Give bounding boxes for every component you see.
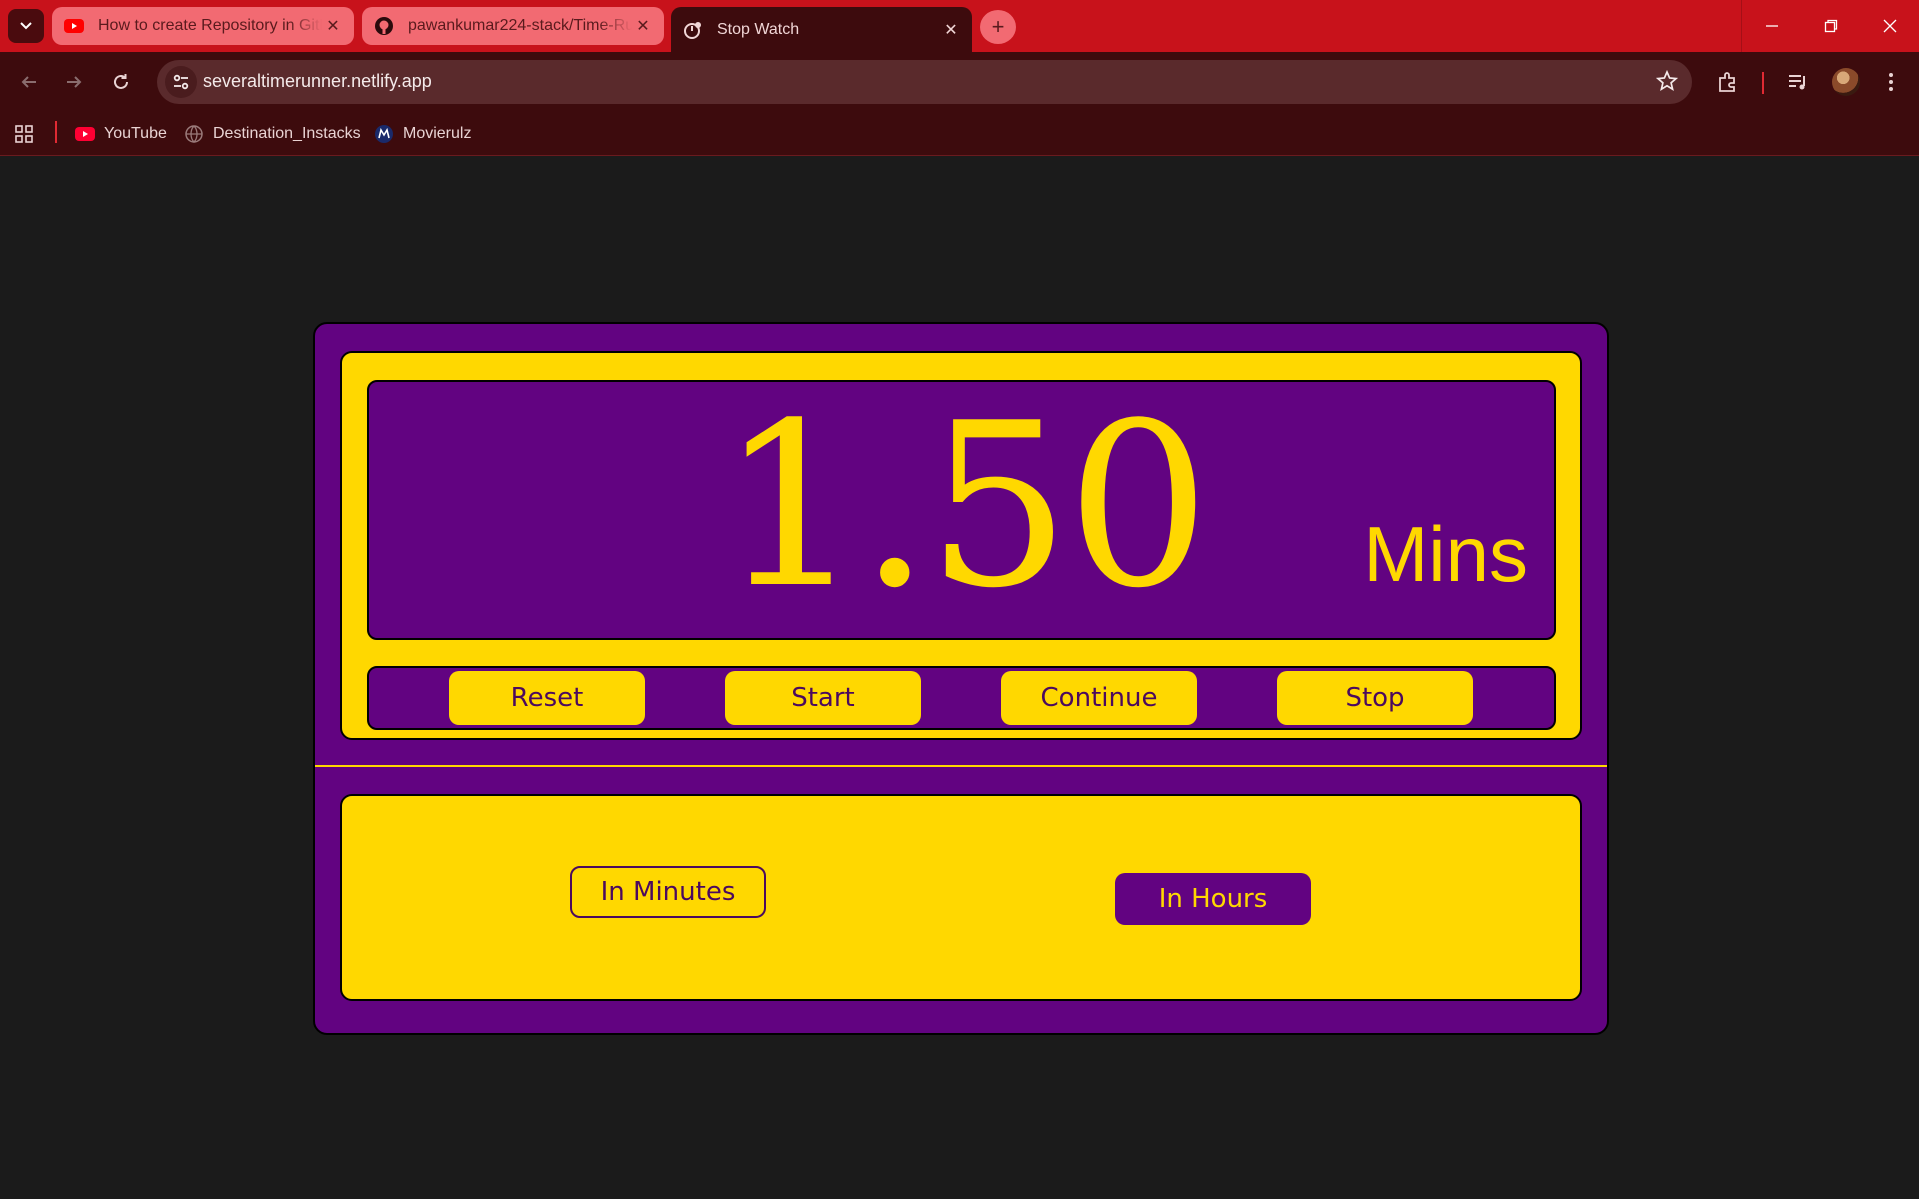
bookmark-label: YouTube	[104, 125, 167, 142]
restore-icon	[1824, 19, 1837, 33]
movierulz-icon	[374, 124, 394, 144]
tune-icon	[173, 74, 189, 90]
tab-title: How to create Repository in GitHub	[98, 17, 322, 34]
minimize-icon	[1765, 25, 1778, 27]
minimize-button[interactable]	[1741, 0, 1801, 52]
tab-title: pawankumar224-stack/Time-Runner	[408, 17, 632, 34]
restore-button[interactable]	[1801, 0, 1860, 52]
bookmarks-bar: YouTube Destination_Instacks Movierulz	[0, 112, 1919, 156]
url-text[interactable]: severaltimerunner.netlify.app	[203, 71, 432, 92]
section-divider	[315, 765, 1607, 767]
close-icon	[1883, 19, 1896, 33]
plus-icon: +	[991, 14, 1005, 39]
bookmark-label: Destination_Instacks	[213, 125, 361, 142]
browser-menu-button[interactable]	[1875, 66, 1907, 98]
globe-icon	[184, 124, 204, 144]
bookmark-star-icon[interactable]	[1655, 69, 1679, 97]
timer-card: 1.50 Mins Reset Start Continue Stop	[340, 351, 1582, 740]
tab-strip: How to create Repository in GitHub ✕ paw…	[0, 0, 1919, 52]
browser-toolbar: severaltimerunner.netlify.app	[0, 52, 1919, 112]
back-button[interactable]	[14, 67, 44, 97]
in-hours-button[interactable]: In Hours	[1115, 873, 1311, 925]
tab-search-button[interactable]	[8, 9, 44, 43]
bookmark-label: Movierulz	[403, 125, 472, 142]
close-icon[interactable]: ✕	[940, 19, 962, 41]
tab-stop-watch[interactable]: Stop Watch ✕	[671, 7, 972, 52]
bookmark-destination-instacks[interactable]: Destination_Instacks	[184, 112, 361, 156]
reload-button[interactable]	[106, 67, 136, 97]
forward-button[interactable]	[59, 67, 89, 97]
media-controls-button[interactable]	[1782, 66, 1814, 98]
puzzle-icon	[1719, 72, 1735, 92]
stop-button[interactable]: Stop	[1277, 671, 1473, 725]
github-icon	[374, 16, 394, 36]
site-settings-button[interactable]	[165, 66, 197, 98]
tab-title: Stop Watch	[717, 20, 800, 38]
continue-button[interactable]: Continue	[1001, 671, 1197, 725]
extensions-button[interactable]	[1712, 66, 1744, 98]
new-tab-button[interactable]: +	[980, 10, 1016, 44]
arrow-left-icon	[21, 76, 36, 88]
youtube-icon	[75, 124, 95, 144]
apps-button[interactable]	[14, 112, 34, 156]
close-window-button[interactable]	[1860, 0, 1919, 52]
controls-bar: Reset Start Continue Stop	[367, 666, 1556, 730]
profile-avatar[interactable]	[1832, 68, 1860, 96]
tab-youtube[interactable]: How to create Repository in GitHub ✕	[52, 7, 354, 45]
stopwatch-app: 1.50 Mins Reset Start Continue Stop In M…	[313, 322, 1609, 1035]
time-value: 1.50	[719, 375, 1210, 638]
youtube-icon	[64, 16, 84, 36]
apps-grid-icon	[15, 125, 33, 143]
mode-card: In Minutes In Hours	[340, 794, 1582, 1001]
reload-icon	[114, 74, 128, 89]
time-unit: Mins	[1363, 510, 1528, 598]
close-icon[interactable]: ✕	[322, 15, 344, 37]
playlist-icon	[1789, 75, 1805, 90]
arrow-right-icon	[67, 76, 82, 88]
tab-github[interactable]: pawankumar224-stack/Time-Runner ✕	[362, 7, 664, 45]
page-icon	[683, 20, 703, 40]
start-button[interactable]: Start	[725, 671, 921, 725]
bookmark-movierulz[interactable]: Movierulz	[374, 112, 471, 156]
bookmark-youtube[interactable]: YouTube	[75, 112, 167, 156]
reset-button[interactable]: Reset	[449, 671, 645, 725]
chevron-down-icon	[20, 22, 32, 30]
more-vertical-icon	[1889, 73, 1893, 91]
time-display: 1.50 Mins	[367, 380, 1556, 640]
address-bar[interactable]: severaltimerunner.netlify.app	[157, 60, 1692, 104]
close-icon[interactable]: ✕	[632, 15, 654, 37]
bookmarks-divider	[55, 121, 57, 143]
in-minutes-button[interactable]: In Minutes	[570, 866, 766, 918]
toolbar-divider	[1762, 72, 1764, 94]
